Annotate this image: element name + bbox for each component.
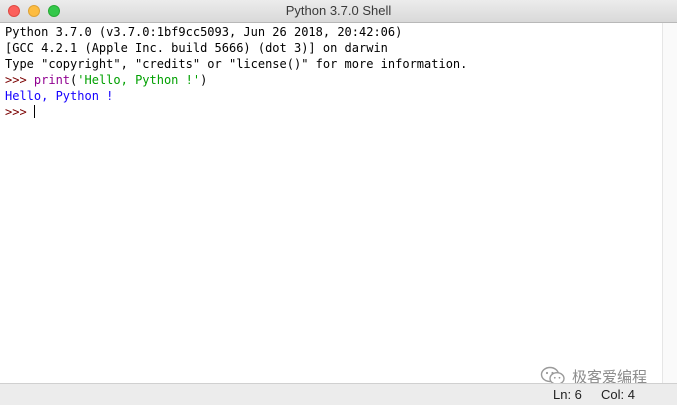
vertical-scrollbar[interactable]	[662, 23, 677, 383]
command-close-paren: )	[200, 73, 208, 87]
line-number-status: Ln: 6	[553, 387, 582, 402]
current-prompt-marker: >>>	[5, 105, 34, 119]
banner-version-line: Python 3.7.0 (v3.7.0:1bf9cc5093, Jun 26 …	[5, 25, 403, 39]
text-cursor	[33, 105, 35, 118]
status-bar: Ln: 6 Col: 4	[0, 383, 677, 405]
idle-shell-window: Python 3.7.0 Shell Python 3.7.0 (v3.7.0:…	[0, 0, 677, 405]
title-bar[interactable]: Python 3.7.0 Shell	[0, 0, 677, 23]
column-number-status: Col: 4	[601, 387, 635, 402]
command-output-line: Hello, Python !	[5, 89, 114, 103]
command-line: >>> print('Hello, Python !')	[5, 72, 207, 88]
window-title: Python 3.7.0 Shell	[285, 3, 392, 18]
command-string-literal: 'Hello, Python !'	[77, 73, 201, 87]
banner-info-line: Type "copyright", "credits" or "license(…	[5, 57, 468, 71]
shell-text-area[interactable]: Python 3.7.0 (v3.7.0:1bf9cc5093, Jun 26 …	[0, 23, 662, 383]
command-function: print	[33, 73, 71, 87]
prompt-marker: >>>	[5, 73, 34, 87]
input-line[interactable]: >>>	[5, 104, 35, 120]
banner-compiler-line: [GCC 4.2.1 (Apple Inc. build 5666) (dot …	[5, 41, 388, 55]
